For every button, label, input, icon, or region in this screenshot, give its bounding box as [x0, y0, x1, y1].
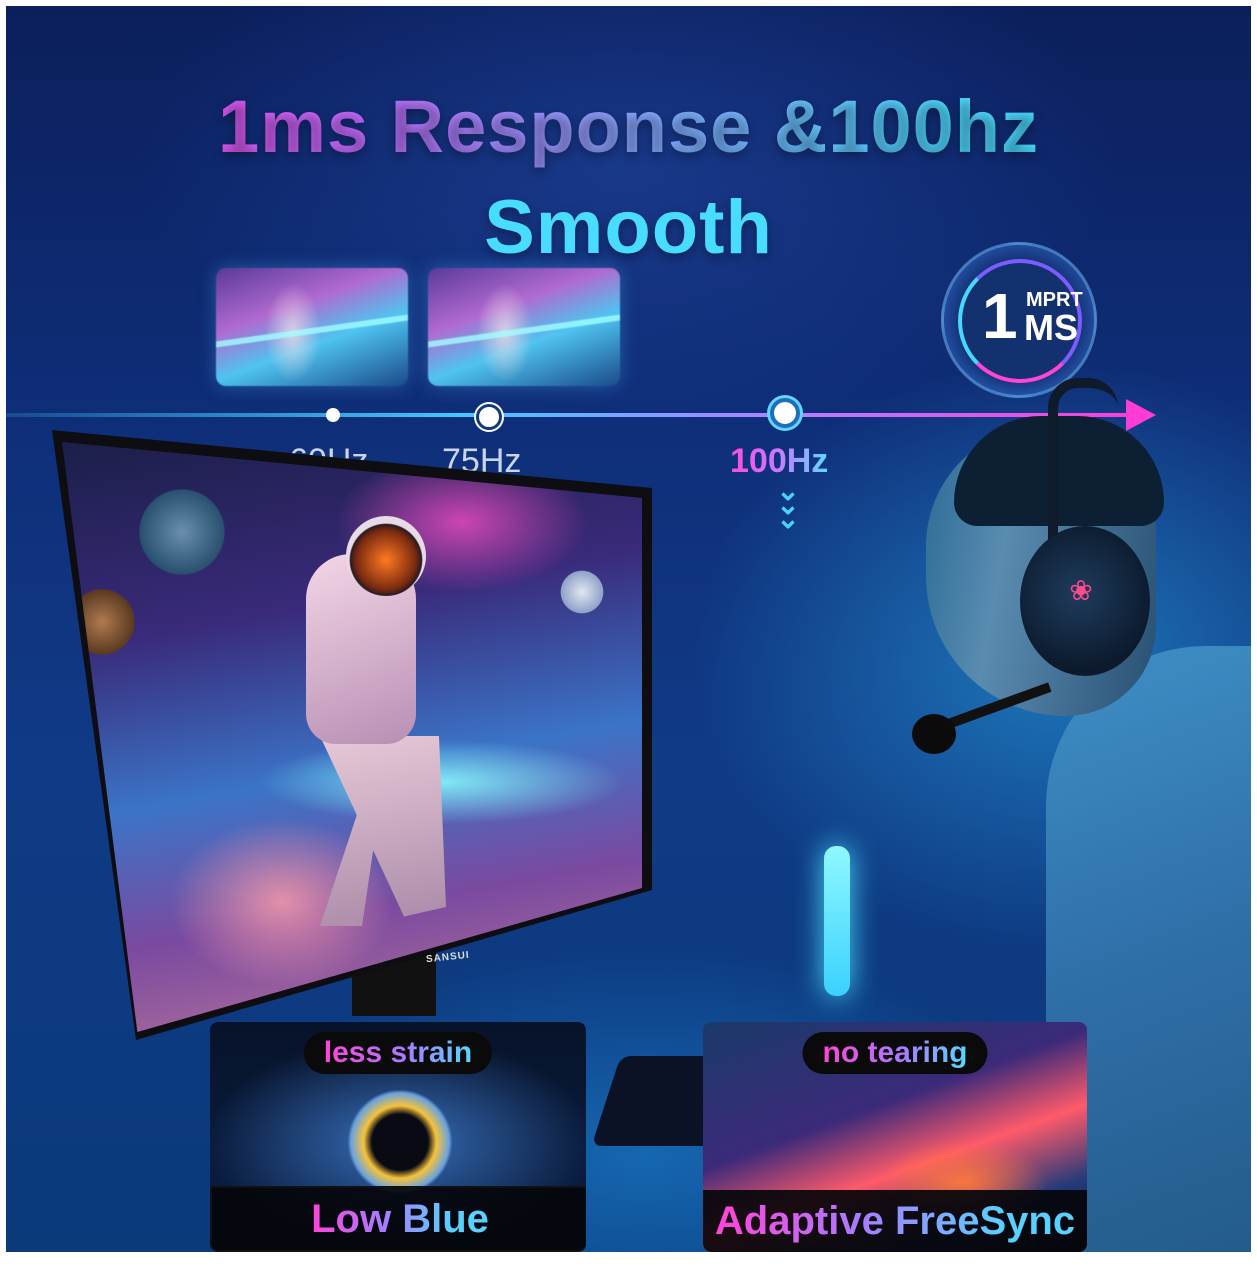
card-title-low-blue: Low Blue — [210, 1186, 586, 1252]
badge-number: 1 — [982, 280, 1018, 352]
mprt-badge: 1 MPRT MS — [941, 242, 1097, 398]
timeline-dot-100hz — [774, 402, 796, 424]
motion-blur-thumbnail-60hz — [216, 268, 408, 386]
timeline-dot-60hz — [326, 408, 340, 422]
product-banner: 1ms Response &100hz Smooth 1 MPRT MS 60H… — [6, 6, 1251, 1252]
tag-less-strain: less strain — [303, 1032, 493, 1074]
headline-line-1: 1ms Response &100hz — [6, 84, 1251, 169]
card-title-text: Adaptive FreeSync — [714, 1199, 1076, 1243]
feature-card-freesync: no tearing Adaptive FreeSync — [703, 1022, 1087, 1252]
astronaut-helmet — [346, 516, 426, 596]
chevron-down-icon: ⌄ ⌄ ⌄ — [776, 475, 800, 534]
feature-card-low-blue: less strain Low Blue — [210, 1022, 586, 1252]
motion-blur-thumbnail-75hz — [428, 268, 620, 386]
card-title-freesync: Adaptive FreeSync — [703, 1190, 1087, 1252]
badge-ms-text: MS — [1024, 307, 1078, 348]
tag-text: less strain — [323, 1036, 473, 1069]
card-title-text: Low Blue — [311, 1197, 489, 1241]
microphone-icon — [912, 714, 956, 754]
timeline-dot-75hz — [476, 404, 502, 430]
refresh-rate-timeline — [6, 413, 1146, 417]
snake-logo-icon: ❀ — [1069, 575, 1093, 606]
arrow-right-icon — [1126, 399, 1156, 431]
tag-text: no tearing — [822, 1036, 968, 1069]
desk-light-bar — [824, 846, 850, 996]
tag-no-tearing: no tearing — [802, 1032, 988, 1074]
